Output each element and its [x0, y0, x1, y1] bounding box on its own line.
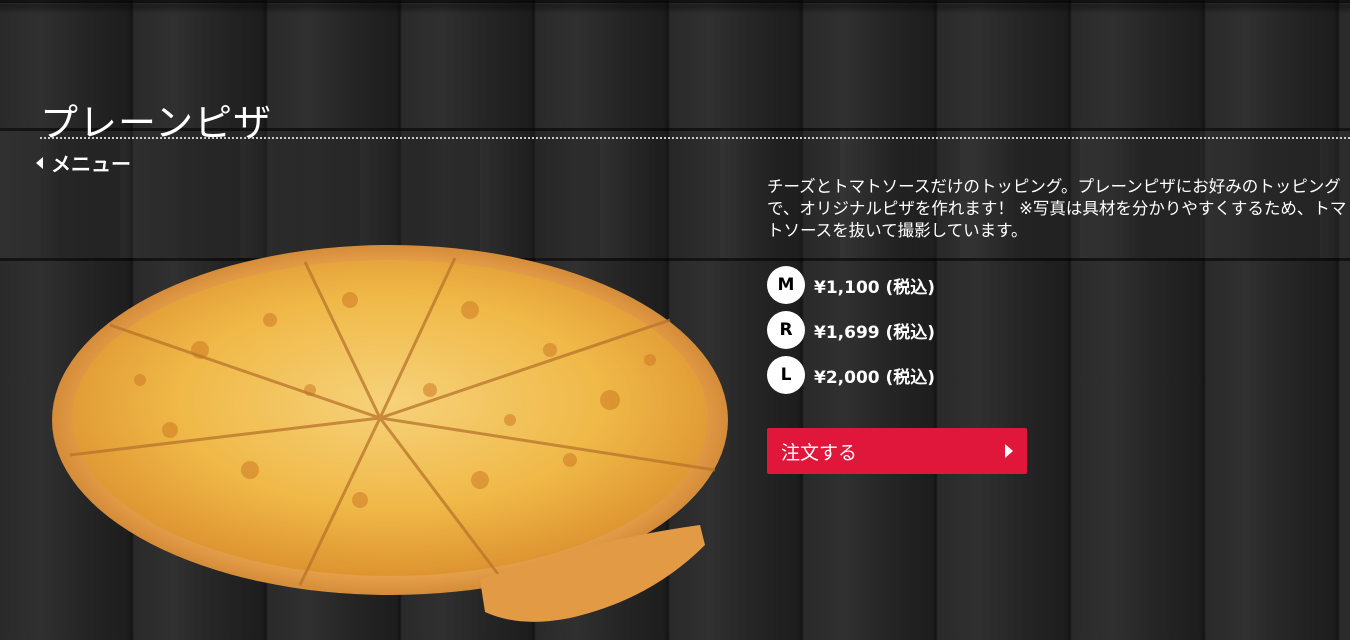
order-button[interactable]: 注文する [767, 428, 1027, 474]
page: プレーンピザ メニュー チーズとトマトソースだけのトッピング。プレーンピザにお好… [0, 0, 1350, 640]
plank-seam [0, 0, 1350, 3]
caret-right-icon [1005, 444, 1013, 458]
size-badge-m: M [767, 266, 805, 304]
product-image [50, 240, 735, 635]
pizza-illustration [52, 245, 728, 622]
size-badge-l: L [767, 356, 805, 394]
size-price: ¥2,000 (税込) [814, 367, 936, 388]
product-description: チーズとトマトソースだけのトッピング。プレーンピザにお好みのトッピングで、オリジ… [767, 177, 1347, 240]
size-price: ¥1,699 (税込) [814, 322, 936, 343]
size-price-list: M ¥1,100 (税込) R ¥1,699 (税込) L ¥2,000 (税込… [767, 266, 935, 401]
title-divider [40, 137, 1350, 139]
size-option: M ¥1,100 (税込) [767, 266, 935, 304]
order-button-label: 注文する [781, 441, 858, 464]
caret-left-icon [36, 156, 43, 169]
size-option: R ¥1,699 (税込) [767, 311, 935, 349]
back-to-menu-link[interactable]: メニュー [36, 148, 131, 177]
size-price: ¥1,100 (税込) [814, 277, 936, 298]
back-link-label: メニュー [51, 152, 131, 176]
size-option: L ¥2,000 (税込) [767, 356, 935, 394]
size-badge-r: R [767, 311, 805, 349]
